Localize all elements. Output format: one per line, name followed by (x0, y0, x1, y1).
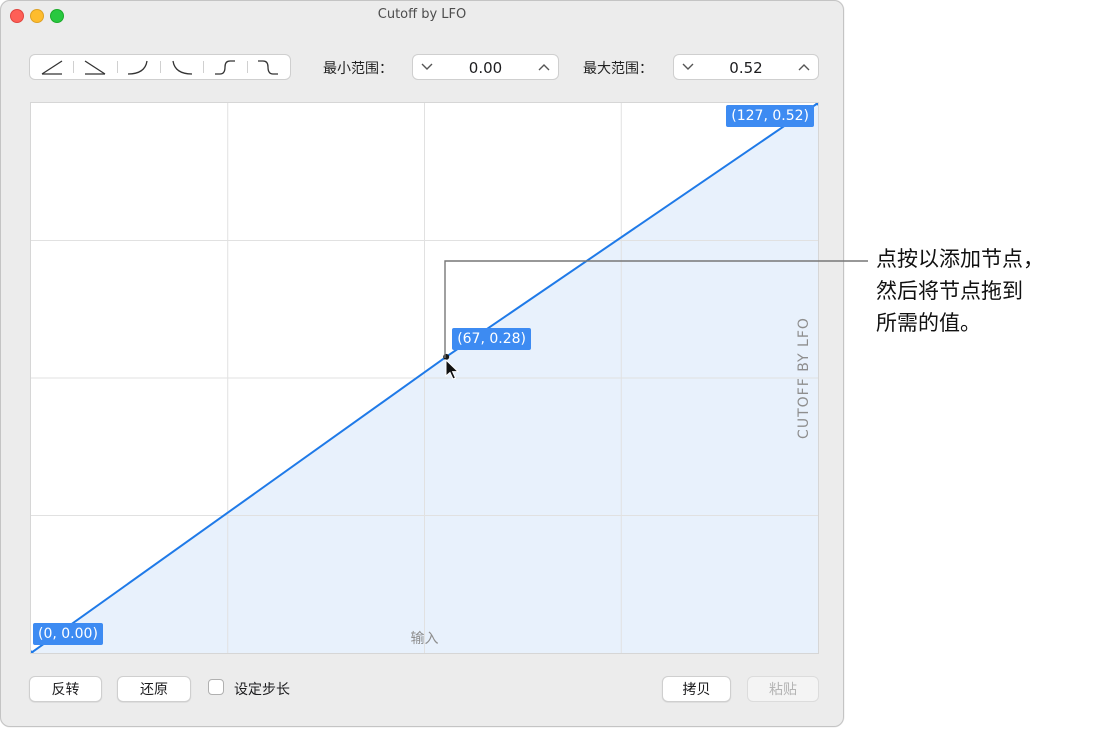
callout-line: 所需的值。 (876, 311, 981, 335)
x-axis-label: 输入 (410, 631, 439, 647)
mouse-pointer-icon (445, 359, 460, 380)
concave-curve-icon (171, 60, 192, 75)
chevron-up-icon[interactable] (796, 59, 812, 75)
linear-up-icon (41, 60, 63, 75)
max-range-stepper[interactable]: 0.52 (673, 54, 819, 80)
window-title: Cutoff by LFO (377, 7, 467, 22)
title-bar: Cutoff by LFO (1, 1, 843, 29)
callout-text: 点按以添加节点， 然后将节点拖到 所需的值。 (876, 243, 1044, 339)
node-value-badge: (67, 0.28) (452, 327, 531, 350)
linear-up-shape-button[interactable] (30, 55, 73, 79)
s-curve-icon (214, 60, 235, 75)
curve-shape-selector (29, 54, 291, 80)
max-range-value[interactable]: 0.52 (704, 59, 788, 77)
max-range-label: 最大范围： (583, 61, 653, 77)
chevron-up-icon[interactable] (536, 59, 552, 75)
min-range-stepper[interactable]: 0.00 (412, 54, 559, 80)
window: Cutoff by LFO 最小范围： 0.00 最大范围： 0.52 输入 C… (0, 0, 844, 727)
linear-down-icon (84, 60, 106, 75)
chevron-down-icon[interactable] (680, 59, 696, 75)
curve-graph-svg[interactable] (31, 103, 818, 653)
linear-down-shape-button[interactable] (73, 55, 116, 79)
node-value-badge: (0, 0.00) (33, 623, 103, 645)
callout-line: 点按以添加节点， (876, 247, 1044, 271)
curve-graph[interactable]: 输入 CUTOFF BY LFO (0, 0.00) (67, 0.28) (127… (30, 102, 819, 654)
set-step-label: 设定步长 (234, 682, 290, 698)
paste-button: 粘贴 (747, 676, 819, 702)
convex-curve-shape-button[interactable] (116, 55, 160, 79)
node-value-badge: (127, 0.52) (726, 105, 814, 127)
concave-curve-shape-button[interactable] (159, 55, 203, 79)
min-range-value[interactable]: 0.00 (443, 59, 528, 77)
invert-button[interactable]: 反转 (29, 676, 102, 702)
inverse-s-curve-shape-button[interactable] (246, 55, 290, 79)
callout-line: 然后将节点拖到 (876, 279, 1023, 303)
min-range-label: 最小范围： (323, 61, 393, 77)
s-curve-shape-button[interactable] (203, 55, 246, 79)
chevron-down-icon[interactable] (419, 59, 435, 75)
inverse-s-curve-icon (258, 60, 279, 75)
y-axis-label: CUTOFF BY LFO (796, 317, 812, 439)
convex-curve-icon (128, 60, 148, 75)
copy-button[interactable]: 拷贝 (662, 676, 731, 702)
set-step-checkbox[interactable] (208, 679, 224, 695)
reset-button[interactable]: 还原 (117, 676, 191, 702)
